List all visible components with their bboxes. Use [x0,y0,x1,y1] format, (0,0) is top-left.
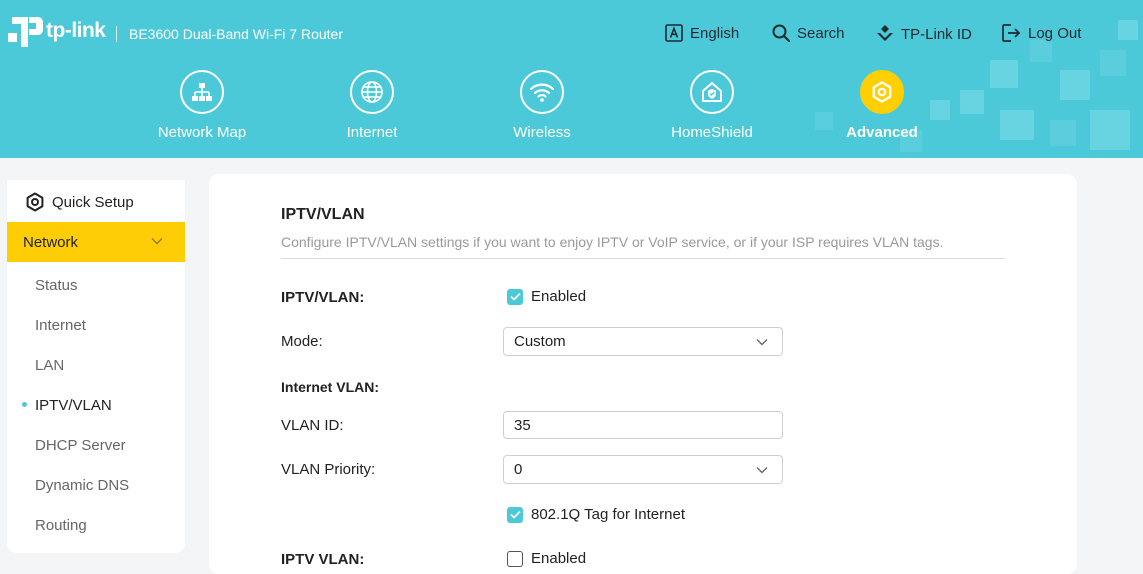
mode-select[interactable]: Custom [503,327,783,356]
nav-advanced-label: Advanced [846,124,918,141]
iptv-vlan2-enable-checkbox[interactable]: Enabled [507,550,586,567]
nav-internet-label: Internet [346,124,398,141]
network-section-label: Network [23,233,79,251]
decor-square [1000,110,1034,140]
sidebar: Quick Setup Network Status Internet LAN … [7,180,185,553]
quick-setup-icon [26,192,44,212]
header: tp-link BE3600 Dual-Band Wi-Fi 7 Router … [0,0,1143,158]
vlan-priority-value: 0 [514,461,523,478]
logout-button[interactable]: Log Out [1002,24,1081,42]
sidebar-item-lan[interactable]: LAN [35,357,64,374]
nav-network-map[interactable]: Network Map [142,70,262,141]
model-separator [116,26,117,42]
sidebar-item-routing[interactable]: Routing [35,517,87,534]
logout-icon [1002,24,1021,42]
nav-wireless-label: Wireless [513,124,571,141]
checkbox-checked-icon [507,506,523,523]
content-panel: IPTV/VLAN Configure IPTV/VLAN settings i… [209,174,1077,574]
language-icon [665,24,683,42]
decor-square [990,60,1018,88]
quick-setup-label: Quick Setup [52,193,134,211]
sidebar-quick-setup[interactable]: Quick Setup [25,192,134,212]
sidebar-item-status[interactable]: Status [35,277,78,294]
tplink-id-label: TP-Link ID [901,25,972,43]
nav-advanced[interactable]: Advanced [822,70,942,141]
language-selector[interactable]: English [665,24,739,42]
tag-internet-checkbox[interactable]: 802.1Q Tag for Internet [507,506,685,523]
brand-name: tp-link [46,19,106,42]
active-indicator-dot [22,402,27,407]
checkbox-checked-icon [507,288,523,305]
iptv-vlan-enable-checkbox[interactable]: Enabled [507,288,586,305]
tplink-logo[interactable]: tp-link [8,14,106,48]
iptv-vlan-enabled-text: Enabled [531,288,587,305]
nav-homeshield[interactable]: HomeShield [652,70,772,141]
search-icon [772,24,790,42]
sidebar-item-iptv-vlan[interactable]: IPTV/VLAN [35,397,112,414]
search-button[interactable]: Search [772,24,845,42]
decor-square [1118,20,1138,40]
nav-homeshield-label: HomeShield [671,124,753,141]
vlan-id-value: 35 [514,416,531,434]
wifi-icon [520,70,564,114]
logout-label: Log Out [1028,24,1082,42]
iptv-vlan2-label: IPTV VLAN: [281,551,365,568]
decor-square [1090,110,1130,150]
globe-icon [350,70,394,114]
internet-vlan-heading: Internet VLAN: [281,379,379,395]
vlan-id-input[interactable]: 35 [503,411,783,439]
mode-value: Custom [514,333,566,350]
tplink-id-button[interactable]: TP-Link ID [876,24,972,44]
nav-wireless[interactable]: Wireless [482,70,602,141]
decor-square [1060,70,1090,100]
nav-network-map-label: Network Map [157,124,247,141]
nav-internet[interactable]: Internet [312,70,432,141]
chevron-up-icon [151,238,163,245]
vlan-priority-label: VLAN Priority: [281,461,376,478]
mode-label: Mode: [281,333,323,350]
search-label: Search [797,24,845,42]
language-label: English [690,24,740,42]
iptv-vlan2-enabled-text: Enabled [531,550,587,567]
checkbox-unchecked-icon [507,550,523,567]
chevron-down-icon [756,467,768,474]
page-description: Configure IPTV/VLAN settings if you want… [281,234,944,250]
homeshield-icon [690,70,734,114]
chevron-down-icon [756,339,768,346]
divider [281,258,1005,259]
router-model: BE3600 Dual-Band Wi-Fi 7 Router [129,26,343,42]
advanced-gear-icon [860,70,904,114]
tag-internet-text: 802.1Q Tag for Internet [531,506,685,523]
decor-square [1030,40,1052,62]
decor-square [1100,50,1126,76]
sidebar-item-dhcp-server[interactable]: DHCP Server [35,437,126,454]
page-title: IPTV/VLAN [281,206,365,223]
tplink-id-icon [877,25,893,41]
tplink-logo-icon [8,17,43,47]
decor-square [1050,120,1076,146]
network-map-icon [180,70,224,114]
vlan-id-label: VLAN ID: [281,417,344,434]
sidebar-item-dynamic-dns[interactable]: Dynamic DNS [35,477,129,494]
sidebar-section-network[interactable]: Network [7,222,185,262]
vlan-priority-select[interactable]: 0 [503,455,783,484]
sidebar-item-internet[interactable]: Internet [35,317,86,334]
iptv-vlan-label: IPTV/VLAN: [281,289,365,306]
decor-square [960,90,984,114]
